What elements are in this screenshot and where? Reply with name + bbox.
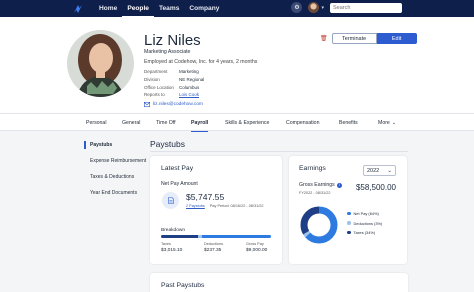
terminate-button[interactable]: Terminate (331, 33, 377, 44)
gross-earnings-text: Gross Earnings (299, 182, 335, 188)
section-title: Paystubs (150, 139, 185, 149)
breakdown-bar-segment (161, 235, 199, 238)
nav-link-people[interactable]: People (122, 0, 154, 17)
legend-label: Deductions (3%) (353, 220, 383, 226)
nav-link-company[interactable]: Company (184, 0, 224, 17)
info-label: Division (144, 76, 160, 82)
document-icon (162, 192, 179, 209)
pay-period: Pay Period: 08/16/22 - 08/31/22 (209, 204, 264, 208)
search-input[interactable] (333, 4, 393, 11)
breakdown-taxes-value: $3,015.10 (161, 248, 183, 253)
tab-general[interactable]: General (122, 114, 140, 132)
legend-label: Taxes (34%) (353, 230, 376, 235)
net-pay-amount: $5,747.55 (186, 192, 225, 202)
year-select[interactable]: 2022 ⌄ (363, 165, 396, 176)
submenu-year-end-documents[interactable]: Year End Documents (90, 190, 137, 196)
breakdown-gross-label: Gross Pay (246, 242, 264, 246)
legend-label: Net Pay (64%) (353, 211, 379, 216)
breakdown-gross-value: $9,000.00 (246, 248, 268, 253)
gross-earnings-amount: $58,500.00 (355, 183, 396, 192)
chevron-down-icon: ⌄ (391, 120, 397, 126)
active-indicator (84, 141, 86, 149)
info-value: Columbus (179, 84, 200, 90)
card-title: Latest Pay (161, 165, 194, 172)
divider (150, 151, 408, 152)
tab-time-off[interactable]: Time Off (156, 114, 176, 132)
gross-earnings-label: Gross Earnings i (299, 182, 342, 188)
trash-icon[interactable]: 🗑 (320, 35, 328, 42)
earnings-title: Earnings (299, 165, 326, 172)
breakdown-deductions-value: $237.35 (204, 248, 222, 253)
legend-dot (347, 211, 351, 216)
tab-more-label: More (378, 120, 390, 126)
top-nav: Home People Teams Company ⚙ ▾ (0, 0, 474, 17)
submenu-paystubs[interactable]: Paystubs (90, 142, 112, 148)
tab-payroll[interactable]: Payroll (191, 114, 209, 132)
profile-info: Department Marketing Division NE Regiona… (144, 69, 249, 97)
info-value: Marketing (179, 69, 199, 74)
nav-right: ⚙ ▾ (291, 2, 402, 13)
info-label: Department (144, 69, 168, 74)
breakdown-taxes: Taxes $3,015.10 (161, 242, 182, 253)
tab-more[interactable]: More ⌄ (378, 114, 396, 132)
earnings-legend: Net Pay (64%) Deductions (3%) Taxes (34%… (347, 211, 382, 240)
user-avatar[interactable] (308, 2, 320, 13)
breakdown-gross: Gross Pay $9,000.00 (246, 242, 267, 253)
submenu-taxes-deductions[interactable]: Taxes & Deductions (90, 174, 134, 180)
latest-pay-card: Latest Pay Net Pay Amount $5,747.55 2 Pa… (150, 156, 282, 264)
info-value: NE Regional (179, 76, 205, 82)
paystubs-link[interactable]: 2 Paystubs (186, 204, 205, 208)
breakdown-deductions: Deductions $237.35 (204, 242, 223, 253)
past-paystubs-title: Past Paystubs (161, 282, 205, 289)
email-link[interactable]: liz.niles@codehow.com (144, 102, 203, 107)
net-pay-label: Net Pay Amount (161, 181, 198, 187)
breakdown-label: Breakdown (161, 228, 185, 233)
legend-item: Net Pay (64%) (347, 211, 382, 216)
breakdown-bar-segment (201, 235, 271, 238)
info-label: Office Location (144, 84, 174, 90)
info-icon[interactable]: i (336, 182, 342, 188)
edit-button[interactable]: Edit (376, 33, 417, 44)
nav-link-home[interactable]: Home (94, 0, 122, 17)
search-box[interactable] (330, 2, 402, 13)
breakdown-deductions-label: Deductions (204, 242, 223, 246)
chevron-down-icon[interactable]: ▾ (321, 5, 324, 11)
tab-benefits[interactable]: Benefits (339, 114, 358, 132)
chevron-down-icon: ⌄ (387, 167, 392, 174)
legend-item: Taxes (34%) (347, 230, 382, 235)
paystub-row: 2 Paystubs Pay Period: 08/16/22 - 08/31/… (186, 204, 263, 208)
profile-tabs: Personal General Time Off Payroll Skills… (0, 113, 474, 132)
profile-actions: 🗑 Terminate Edit (320, 33, 417, 44)
submenu-expense-reimbursement[interactable]: Expense Reimbursement (90, 158, 146, 164)
profile-photo (67, 30, 134, 97)
employment-duration: Employed at Codehow, Inc. for 4 years, 2… (144, 59, 258, 65)
manager-link[interactable]: Lois Cook (179, 92, 249, 97)
tab-compensation[interactable]: Compensation (286, 114, 319, 132)
settings-icon[interactable]: ⚙ (291, 2, 303, 13)
info-label: Reports to (144, 92, 165, 98)
past-paystubs-card: Past Paystubs (150, 273, 408, 292)
nav-links: Home People Teams Company (94, 0, 224, 17)
breakdown-bar (161, 235, 271, 238)
earnings-card: Earnings 2022 ⌄ Gross Earnings i $58,500… (289, 156, 407, 264)
email-text: liz.niles@codehow.com (153, 102, 203, 107)
year-value: 2022 (367, 167, 380, 174)
breakdown-taxes-label: Taxes (161, 242, 171, 246)
legend-dot (347, 221, 351, 225)
legend-dot (347, 230, 351, 235)
profile-name: Liz Niles (144, 32, 201, 49)
legend-item: Deductions (3%) (347, 221, 382, 226)
logo-icon[interactable] (72, 3, 84, 15)
ytd-range: FY2022 - 08/31/22 (299, 191, 331, 195)
earnings-donut-chart (300, 206, 338, 244)
nav-link-teams[interactable]: Teams (154, 0, 184, 17)
tab-skills[interactable]: Skills & Experience (225, 114, 269, 132)
job-title: Marketing Associate (144, 49, 191, 55)
tab-personal[interactable]: Personal (86, 114, 106, 132)
mail-icon (144, 102, 150, 107)
